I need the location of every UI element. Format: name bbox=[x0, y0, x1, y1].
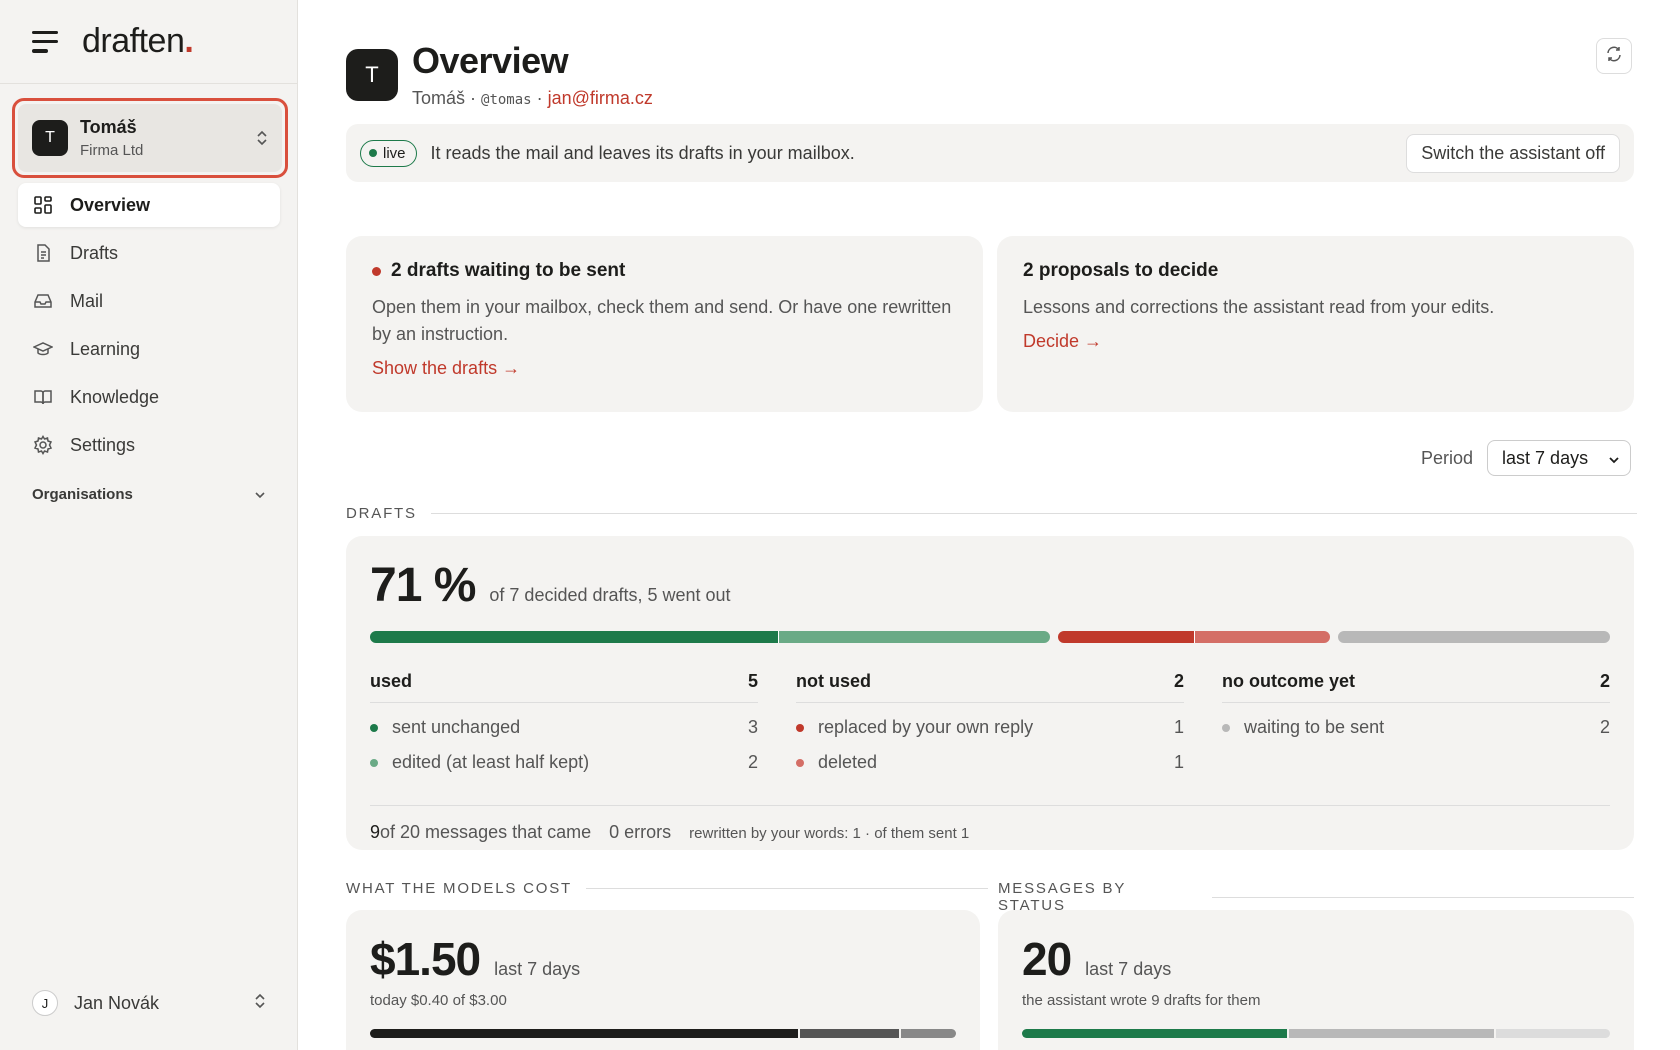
drafts-section-label: DRAFTS bbox=[346, 505, 1637, 522]
chevron-updown-icon bbox=[256, 129, 268, 147]
card-title: 2 proposals to decide bbox=[1023, 260, 1219, 281]
chevron-down-icon bbox=[254, 486, 266, 503]
messages-sub: the assistant wrote 9 drafts for them bbox=[1022, 992, 1261, 1009]
drafts-outcome-bar bbox=[370, 631, 1610, 645]
decide-link[interactable]: Decide → bbox=[1023, 331, 1102, 352]
cost-amount: $1.50 bbox=[370, 933, 481, 985]
show-drafts-link[interactable]: Show the drafts → bbox=[372, 358, 520, 379]
errors-count: 0 errors bbox=[609, 822, 672, 842]
used-column: used 5 sent unchanged 3 edited (at least h… bbox=[370, 671, 758, 773]
list-item: sent unchanged 3 bbox=[370, 717, 758, 738]
profile-avatar: T bbox=[346, 48, 398, 101]
nav-label: Overview bbox=[70, 194, 151, 215]
messages-period: last 7 days bbox=[1085, 959, 1172, 979]
status-bar bbox=[1022, 1029, 1610, 1038]
profile-email[interactable]: jan@firma.cz bbox=[548, 88, 653, 108]
drafts-percent: 71 % bbox=[370, 559, 476, 612]
organisations-label: Organisations bbox=[32, 486, 133, 503]
cost-bar bbox=[370, 1029, 956, 1038]
account-org: Firma Ltd bbox=[80, 142, 144, 159]
logo: draften. bbox=[82, 22, 194, 60]
nav-item-learning[interactable]: Learning bbox=[18, 327, 280, 371]
period-select[interactable]: last 7 days bbox=[1487, 440, 1632, 476]
cost-card: $1.50 last 7 days today $0.40 of $3.00 bbox=[346, 910, 980, 1050]
proposals-card: 2 proposals to decide Lessons and correc… bbox=[997, 236, 1634, 412]
brand-bar: draften. bbox=[0, 0, 297, 84]
list-item: replaced by your own reply 1 bbox=[796, 717, 1184, 738]
cost-period: last 7 days bbox=[494, 959, 581, 979]
graduation-cap-icon bbox=[32, 338, 54, 360]
status-card: 20 last 7 days the assistant wrote 9 dra… bbox=[998, 910, 1634, 1050]
document-icon bbox=[32, 242, 54, 264]
nav-item-drafts[interactable]: Drafts bbox=[18, 231, 280, 275]
grid-icon bbox=[32, 194, 54, 216]
not-used-column: not used 2 replaced by your own reply 1 de… bbox=[796, 671, 1184, 773]
nav-item-settings[interactable]: Settings bbox=[18, 423, 280, 467]
status-text: It reads the mail and leaves its drafts … bbox=[430, 142, 855, 163]
bar-segment-deleted bbox=[1195, 631, 1330, 643]
nav-item-mail[interactable]: Mail bbox=[18, 279, 280, 323]
bar-segment-replaced bbox=[1058, 631, 1194, 643]
nav-label: Knowledge bbox=[70, 386, 160, 407]
profile-subtitle: Tomáš · @tomas · jan@firma.cz bbox=[412, 88, 653, 108]
sidebar: draften. T Tomáš Firma Ltd Overview Draf… bbox=[0, 0, 298, 1050]
chevron-down-icon bbox=[1608, 448, 1620, 469]
card-text: Open them in your mailbox, check them an… bbox=[372, 297, 952, 344]
nav-label: Mail bbox=[70, 290, 104, 311]
list-item: edited (at least half kept) 2 bbox=[370, 752, 758, 773]
account-name: Tomáš bbox=[80, 117, 137, 137]
nav-label: Drafts bbox=[70, 242, 119, 263]
card-text: Lessons and corrections the assistant re… bbox=[1023, 297, 1495, 317]
profile-name: Tomáš bbox=[412, 88, 466, 108]
card-title: 2 drafts waiting to be sent bbox=[372, 260, 957, 282]
main-nav: Overview Drafts Mail Learning Knowledge bbox=[18, 183, 280, 471]
list-item: waiting to be sent 2 bbox=[1222, 717, 1610, 738]
nav-label: Settings bbox=[70, 434, 136, 455]
user-menu[interactable]: J Jan Novák bbox=[32, 990, 266, 1016]
drafts-stats-card: 71 % of 7 decided drafts, 5 went out use… bbox=[346, 536, 1634, 850]
list-item: deleted 1 bbox=[796, 752, 1184, 773]
book-icon bbox=[32, 386, 54, 408]
drafts-waiting-card: 2 drafts waiting to be sent Open them in… bbox=[346, 236, 983, 412]
chevron-updown-icon bbox=[254, 992, 266, 1015]
rewritten-info: rewritten by your words: 1 · of them sen… bbox=[689, 825, 970, 842]
account-avatar: T bbox=[32, 120, 68, 156]
page-title: Overview bbox=[412, 40, 569, 81]
bar-segment-waiting bbox=[1338, 631, 1610, 643]
alert-dot bbox=[372, 266, 381, 276]
bar-segment-sent-unchanged bbox=[370, 631, 778, 643]
menu-icon[interactable] bbox=[32, 30, 60, 53]
status-badge: live bbox=[360, 139, 417, 167]
messages-count: 20 bbox=[1022, 933, 1072, 985]
drafts-footer: 9 of 20 messages that came 0 errors rewr… bbox=[370, 805, 1610, 843]
drafts-percent-sub: of 7 decided drafts, 5 went out bbox=[489, 585, 731, 605]
user-name: Jan Novák bbox=[74, 992, 160, 1013]
switch-assistant-off-button[interactable]: Switch the assistant off bbox=[1406, 133, 1620, 173]
status-section-label: MESSAGES BY STATUS bbox=[998, 880, 1634, 914]
refresh-button[interactable] bbox=[1596, 38, 1632, 74]
no-outcome-column: no outcome yet 2 waiting to be sent 2 bbox=[1222, 671, 1610, 738]
period-label: Period bbox=[1421, 447, 1474, 468]
inbox-icon bbox=[32, 290, 54, 312]
profile-handle: @tomas bbox=[481, 92, 532, 108]
user-avatar: J bbox=[32, 990, 58, 1016]
cost-today: today $0.40 of $3.00 bbox=[370, 992, 507, 1009]
gear-icon bbox=[32, 434, 54, 456]
period-filter: Period last 7 days bbox=[1421, 440, 1632, 476]
bar-segment-edited bbox=[779, 631, 1050, 643]
assistant-status-bar: live It reads the mail and leaves its dr… bbox=[346, 124, 1634, 182]
nav-item-overview[interactable]: Overview bbox=[18, 183, 280, 227]
cost-section-label: WHAT THE MODELS COST bbox=[346, 880, 989, 897]
nav-label: Learning bbox=[70, 338, 141, 359]
page-header: T Overview Tomáš · @tomas · jan@firma.cz bbox=[346, 40, 653, 109]
organisations-toggle[interactable]: Organisations bbox=[32, 486, 266, 503]
nav-item-knowledge[interactable]: Knowledge bbox=[18, 375, 280, 419]
account-switcher[interactable]: T Tomáš Firma Ltd bbox=[12, 98, 288, 178]
refresh-icon bbox=[1605, 45, 1623, 68]
